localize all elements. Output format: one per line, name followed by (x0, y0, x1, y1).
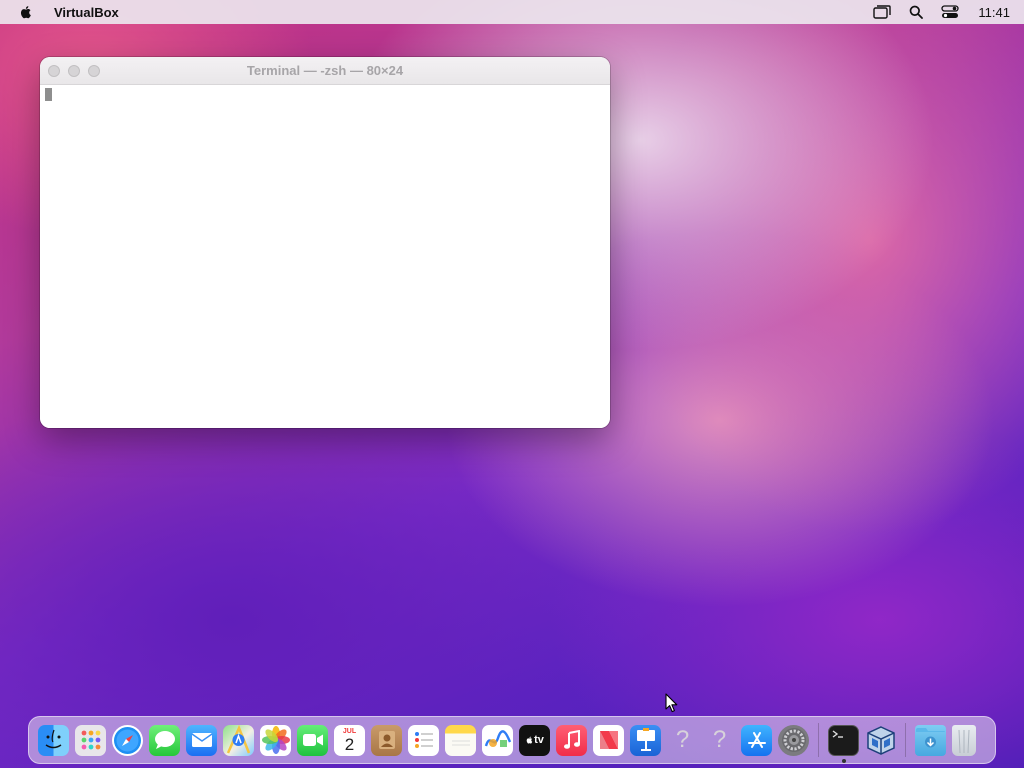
dock-facetime-icon[interactable] (297, 724, 328, 756)
running-indicator (841, 758, 846, 763)
dock-news-icon[interactable] (593, 724, 624, 756)
dock-terminal-icon[interactable] (828, 724, 859, 763)
apple-icon[interactable] (18, 4, 34, 20)
dock-finder-icon[interactable] (38, 724, 69, 756)
dock-music-icon[interactable] (556, 724, 587, 756)
dock-downloads-folder-icon[interactable] (915, 724, 946, 756)
app-name-menu[interactable]: VirtualBox (54, 5, 119, 20)
window-controls (48, 64, 100, 77)
dock-photos-icon[interactable] (260, 724, 291, 756)
window-title: Terminal — -zsh — 80×24 (246, 63, 404, 78)
dock-unknown-app-icon[interactable]: ? (704, 725, 735, 756)
status-area: 11:41 (872, 4, 1010, 20)
dock-unknown-app-icon[interactable]: ? (667, 725, 698, 756)
dock-reminders-icon[interactable] (408, 724, 439, 756)
dock-mail-icon[interactable] (186, 724, 217, 756)
dock-trash-icon[interactable] (952, 724, 976, 756)
tv-label: tv (534, 734, 544, 746)
dock-freeform-icon[interactable] (482, 724, 513, 756)
question-mark-icon: ? (675, 726, 690, 753)
control-center-icon[interactable] (940, 4, 960, 20)
window-titlebar[interactable]: Terminal — -zsh — 80×24 (40, 57, 610, 85)
dock-messages-icon[interactable] (149, 724, 180, 756)
spotlight-search-icon[interactable] (906, 4, 926, 20)
dock-launchpad-icon[interactable] (75, 724, 106, 756)
minimize-button[interactable] (68, 64, 80, 77)
dock-apple-tv-icon[interactable]: tv (519, 724, 550, 756)
terminal-window[interactable]: Terminal — -zsh — 80×24 (40, 57, 610, 428)
terminal-content[interactable] (40, 85, 610, 428)
dock-keynote-icon[interactable] (630, 724, 661, 756)
question-mark-icon: ? (712, 726, 727, 753)
menubar-clock[interactable]: 11:41 (978, 5, 1010, 20)
dock-maps-icon[interactable] (223, 724, 254, 756)
dock-calendar-icon[interactable]: JUL 2 (334, 724, 365, 756)
zoom-button[interactable] (88, 64, 100, 77)
display-mirroring-icon[interactable] (872, 4, 892, 20)
dock-separator (818, 723, 819, 757)
dock-safari-icon[interactable] (112, 724, 143, 756)
apple-icon (526, 736, 533, 744)
dock-separator (905, 723, 906, 757)
dock-app-store-icon[interactable] (741, 724, 772, 756)
dock-contacts-icon[interactable] (371, 724, 402, 756)
dock-notes-icon[interactable] (445, 724, 476, 756)
close-button[interactable] (48, 64, 60, 77)
menu-bar: VirtualBox 11:41 (0, 0, 1024, 24)
calendar-day: 2 (344, 734, 355, 754)
text-cursor (45, 88, 52, 101)
dock-virtualbox-icon[interactable] (865, 725, 896, 756)
dock: JUL 2 tv ? ? (28, 716, 996, 764)
dock-system-settings-icon[interactable] (778, 724, 809, 756)
mouse-pointer-icon (665, 693, 678, 713)
